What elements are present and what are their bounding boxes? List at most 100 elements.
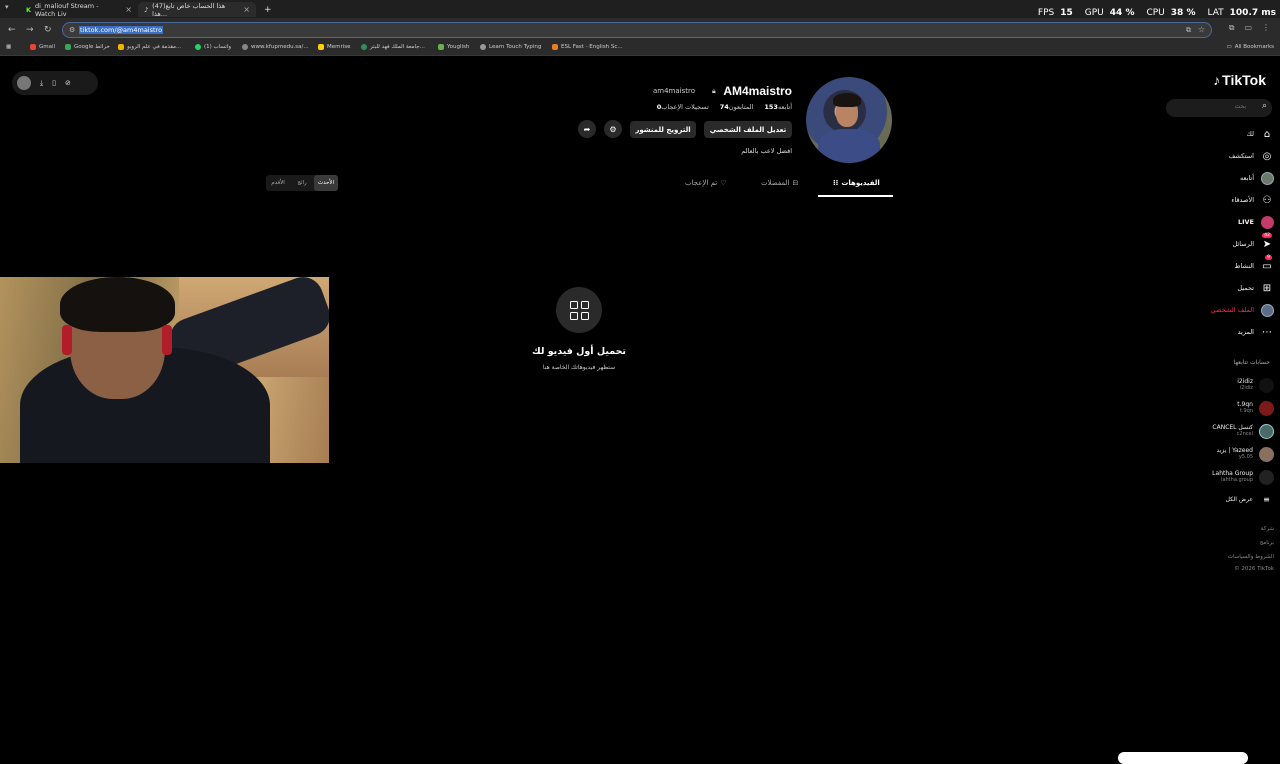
star-icon[interactable]: ☆: [1198, 25, 1205, 34]
live-icon: [1260, 215, 1274, 229]
following-account[interactable]: Lahtha Group lahtha.group: [1164, 467, 1274, 487]
bookmark-whatsapp[interactable]: (1) واتساب: [195, 44, 231, 50]
profile-avatar[interactable]: [806, 77, 892, 163]
nav-profile[interactable]: الملف الشخصي: [1164, 301, 1274, 319]
back-icon[interactable]: ←: [8, 25, 16, 35]
fps-label: FPS: [1037, 8, 1055, 18]
perf-overlay: FPS 15 GPU 44 % CPU 38 % LAT 100.7 ms: [1038, 8, 1276, 18]
menu-icon[interactable]: ⋮: [1262, 23, 1270, 33]
install-icon[interactable]: ⧉: [1186, 26, 1191, 35]
nav-messages[interactable]: الرسائل ➤ 42: [1164, 233, 1274, 253]
sort-latest[interactable]: الأحدث: [314, 175, 338, 191]
webcam-overlay: [0, 277, 329, 463]
search-placeholder: بحث: [1234, 103, 1246, 110]
avatar: [1259, 469, 1274, 485]
bookmark-kfupm[interactable]: www.kfupmedu.sa/...: [242, 44, 309, 50]
compass-small-icon[interactable]: ⊘: [65, 79, 71, 87]
bookmark-esl[interactable]: ESL Fast - English Sc...: [552, 44, 623, 50]
sort-toggle: الأقدم رائج الأحدث: [266, 175, 338, 191]
compass-icon: ◎: [1262, 150, 1272, 162]
close-icon[interactable]: ×: [243, 5, 250, 14]
avatar[interactable]: [17, 76, 31, 90]
profile-username: AM4maistro: [723, 84, 792, 98]
forward-icon[interactable]: →: [26, 25, 34, 35]
footer-link[interactable]: الشروط والسياسات: [1228, 554, 1274, 560]
address-bar[interactable]: ⚙ tiktok.com/@am4maistro ⧉ ☆: [62, 22, 1212, 38]
tab-liked[interactable]: تم الإعجاب ♡: [685, 179, 726, 187]
nav-following[interactable]: أتابعه: [1164, 169, 1274, 187]
following-account[interactable]: CANCEL كنسل c2ncel: [1164, 421, 1274, 441]
profile-bio: افضل لاعب بالعالم: [741, 147, 792, 155]
site-info-icon[interactable]: ⚙: [69, 26, 75, 34]
footer-link[interactable]: برنامج: [1260, 540, 1274, 546]
following-account[interactable]: يزيد | Yazeed y5.05: [1164, 444, 1274, 464]
tab-favorites[interactable]: المفضلات ⊟: [761, 179, 798, 187]
nav-more[interactable]: المزيد ⋯: [1164, 323, 1274, 341]
stat-likes: تسجيلات الإعجاب0: [656, 103, 709, 111]
following-account[interactable]: t.9qn t.9qn: [1164, 398, 1274, 418]
sidepanel-icon[interactable]: ▭: [1244, 23, 1252, 33]
promote-post-button[interactable]: الترويج للمنشور: [630, 121, 696, 138]
nav-friends[interactable]: الأصدقاء ⚇: [1164, 191, 1274, 209]
search-icon[interactable]: ⌕: [1262, 101, 1267, 111]
extension-icons: ⧉ ▭ ⋮: [1229, 23, 1270, 33]
nav-for-you[interactable]: لك ⌂: [1164, 125, 1274, 143]
nav-explore[interactable]: استكشف ◎: [1164, 147, 1274, 165]
tiktok-page: ⤓ ▯ ⊘ ♪ TikTok بحث ⌕ لك ⌂ استكشف ◎ أتابعه ا…: [0, 57, 1280, 764]
lat-value: 100.7 ms: [1229, 8, 1276, 18]
bookmark-memrise[interactable]: Memrise: [318, 44, 351, 50]
upload-icon: ⊞: [1262, 282, 1272, 294]
share-icon[interactable]: ➦: [578, 120, 596, 138]
bookmark-typing[interactable]: Learn Touch Typing: [480, 44, 541, 50]
sort-popular[interactable]: رائج: [290, 175, 314, 191]
avatar: [1259, 446, 1274, 462]
tiktok-logo[interactable]: ♪ TikTok: [1213, 72, 1266, 88]
bookmark-gmail[interactable]: Gmail: [30, 44, 55, 50]
copyright: © 2026 TikTok: [1234, 566, 1274, 572]
close-icon[interactable]: ×: [125, 5, 132, 14]
show-all-link[interactable]: عرض الكل ≡: [1164, 489, 1274, 509]
profile-stats: تسجيلات الإعجاب0 المتابعون74 أتابعه153: [654, 103, 792, 111]
profile-icon: [1260, 303, 1274, 317]
all-bookmarks[interactable]: ▭ All Bookmarks: [1227, 44, 1275, 50]
gpu-label: GPU: [1084, 8, 1104, 18]
profile-handle: am4maistro: [653, 87, 696, 95]
settings-icon[interactable]: ⚙: [604, 120, 622, 138]
activity-icon: ▭ 9: [1262, 255, 1272, 272]
tab-list-icon[interactable]: ▾: [5, 3, 9, 11]
nav-upload[interactable]: تحميل ⊞: [1164, 279, 1274, 297]
extensions-icon[interactable]: ⧉: [1229, 23, 1235, 33]
folder-icon: ▭: [1226, 44, 1232, 50]
stat-followers[interactable]: المتابعون74: [717, 103, 754, 111]
edit-profile-button[interactable]: تعديل الملف الشخصي: [704, 121, 792, 138]
browser-tab-tiktok[interactable]: ♪ (47)هذا الحساب خاص تابع هذا... ×: [138, 2, 256, 18]
empty-state-subtitle: ستظهر فيديوهاتك الخاصة هنا: [542, 364, 616, 371]
bookmarks-bar: ▦ Gmail Google خرائط مقدمة في علم الروبو…: [0, 42, 1280, 56]
following-account[interactable]: i2idiz i2idiz: [1164, 375, 1274, 395]
nav-live[interactable]: LIVE: [1164, 213, 1274, 231]
tiktok-favicon-icon: ♪: [144, 5, 149, 14]
sort-oldest[interactable]: الأقدم: [266, 175, 290, 191]
bookmark-youglish[interactable]: Youglish: [438, 44, 469, 50]
grid-icon: ⁞⁞: [833, 179, 839, 187]
new-tab-button[interactable]: +: [258, 2, 278, 17]
download-icon[interactable]: ⤓: [40, 79, 43, 88]
stat-following[interactable]: أتابعه153: [761, 103, 792, 111]
lat-label: LAT: [1207, 8, 1224, 18]
bookmark-kfupm-2[interactable]: جامعة الملك فهد للبتر...: [361, 44, 425, 50]
bookmark-robotics[interactable]: مقدمة في علم الروبو...: [118, 44, 181, 50]
browser-tab-stream[interactable]: K di_maliouf Stream - Watch Liv ×: [20, 1, 138, 18]
footer-link[interactable]: شركة: [1261, 526, 1274, 532]
phone-icon[interactable]: ▯: [52, 79, 56, 87]
url-text[interactable]: tiktok.com/@am4maistro: [79, 26, 164, 34]
bookmark-maps[interactable]: Google خرائط: [65, 44, 110, 50]
tiktok-note-icon: ♪: [1213, 72, 1221, 88]
nav-activity[interactable]: النشاط ▭ 9: [1164, 255, 1274, 275]
reload-icon[interactable]: ↻: [44, 25, 52, 35]
activity-badge: 9: [1265, 255, 1272, 260]
grid-empty-icon: [556, 287, 602, 333]
browser-tab-label: di_maliouf Stream - Watch Liv: [35, 1, 99, 18]
tab-videos[interactable]: ⁞⁞ الفيديوهات: [833, 179, 880, 187]
search-input[interactable]: بحث ⌕: [1166, 99, 1272, 117]
apps-icon[interactable]: ▦: [6, 44, 11, 50]
